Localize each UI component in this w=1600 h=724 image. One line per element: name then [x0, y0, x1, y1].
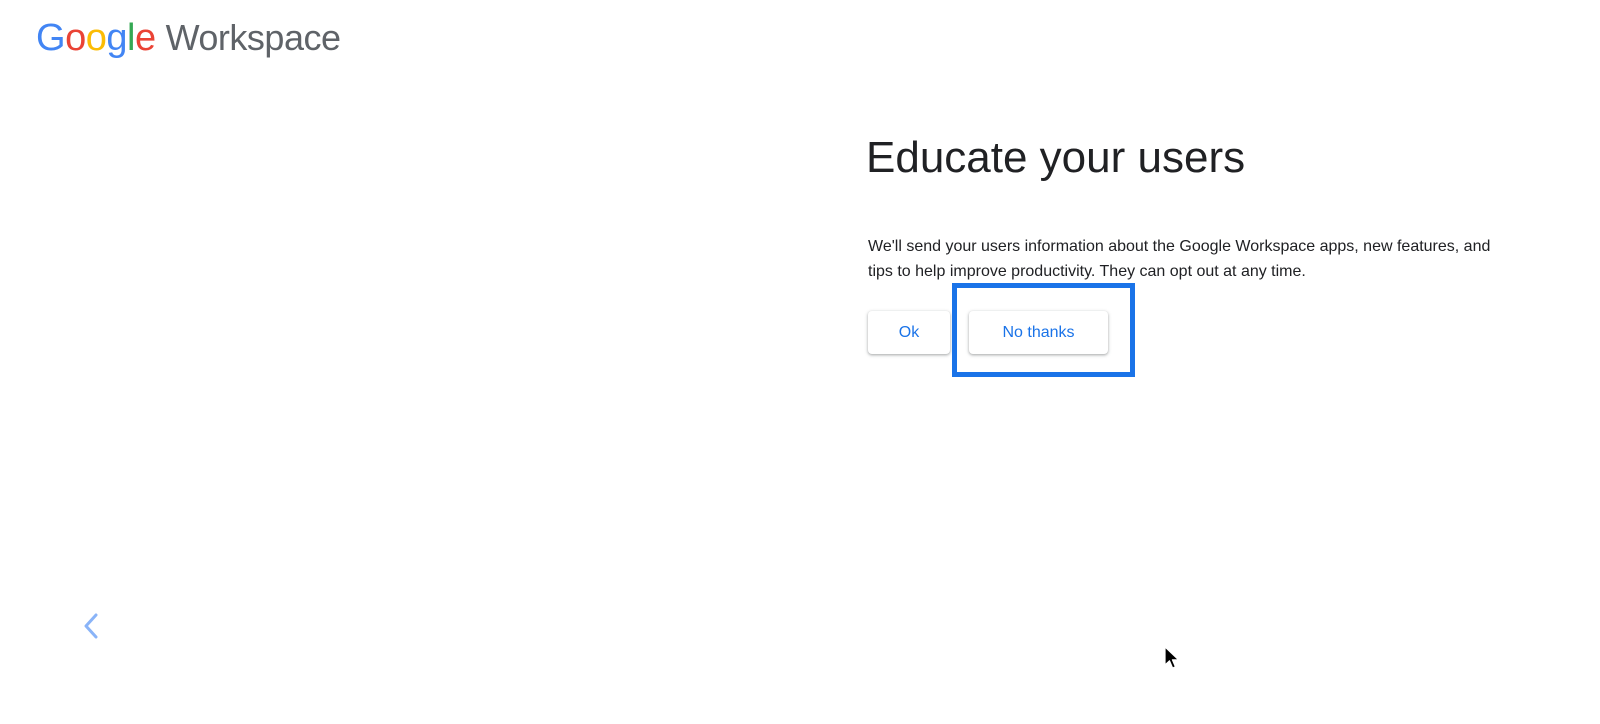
logo-letter: l — [126, 17, 135, 59]
google-wordmark: Google — [36, 14, 156, 62]
logo-letter: o — [65, 17, 86, 59]
page-description: We'll send your users information about … — [868, 238, 1491, 280]
no-thanks-button[interactable]: No thanks — [969, 311, 1108, 354]
ok-button[interactable]: Ok — [868, 311, 950, 354]
logo-letter: e — [134, 17, 156, 59]
page-title: Educate your users — [866, 133, 1246, 182]
product-name: Workspace — [165, 17, 341, 58]
google-workspace-logo: Google Workspace — [36, 14, 341, 62]
logo-letter: g — [106, 17, 127, 59]
logo-letter: G — [36, 17, 66, 59]
setup-page: Google Workspace Educate your users We'l… — [0, 0, 1600, 724]
chevron-left-icon — [84, 613, 98, 639]
logo-letter: o — [85, 17, 107, 59]
back-button[interactable] — [72, 606, 110, 646]
mouse-cursor-icon — [1164, 646, 1180, 669]
